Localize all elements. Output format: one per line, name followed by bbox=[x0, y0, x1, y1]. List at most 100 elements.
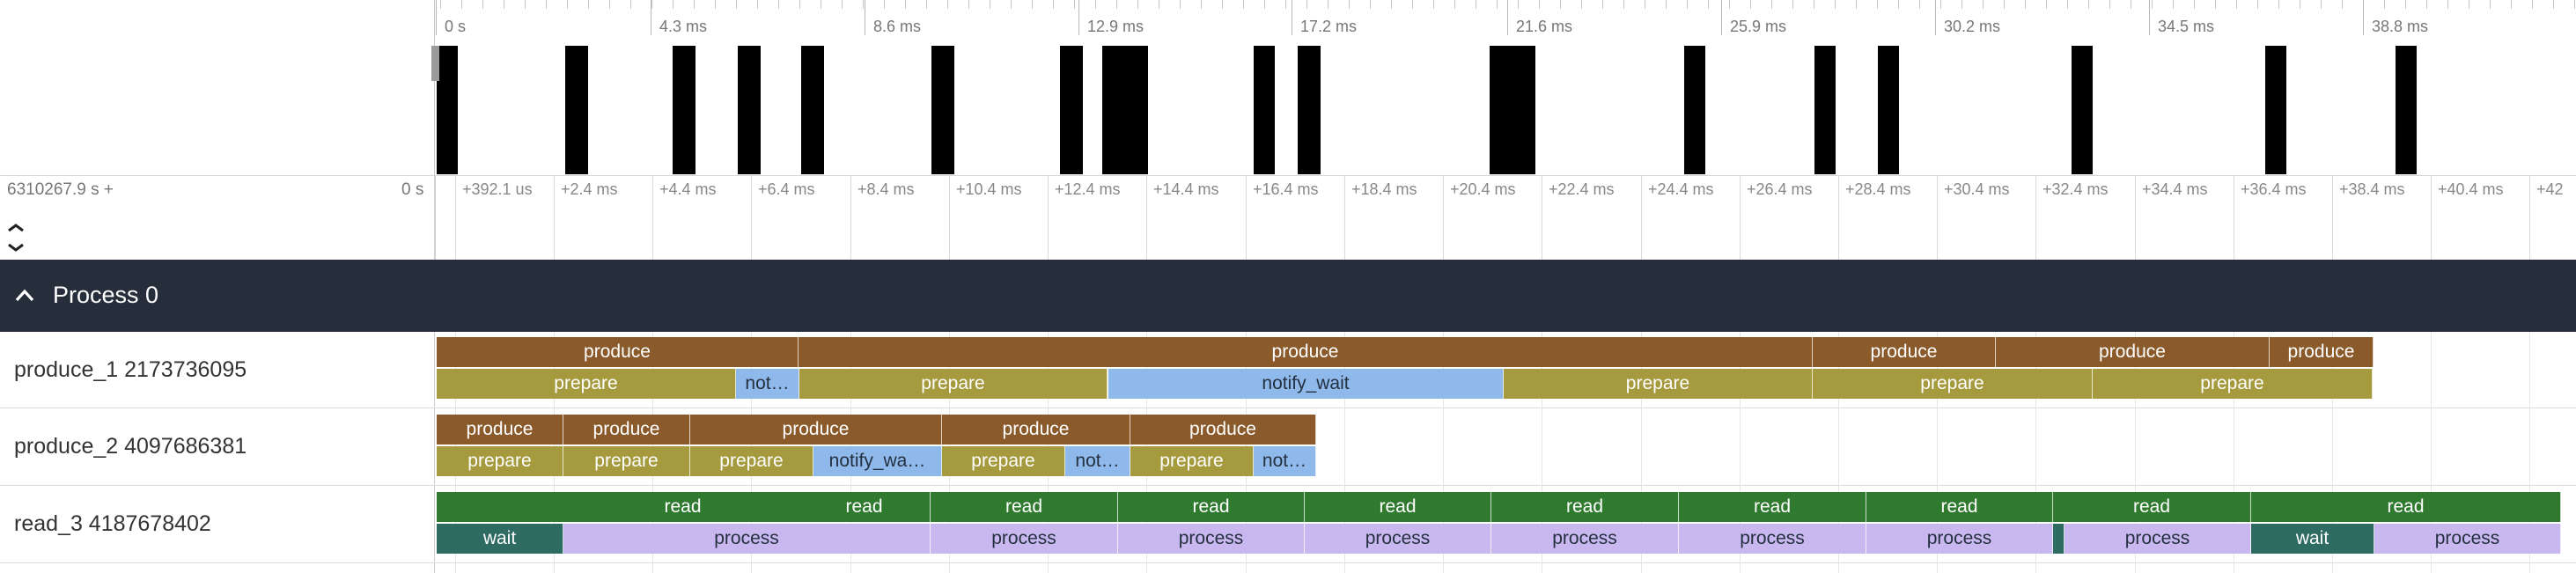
slice-process[interactable]: process bbox=[2374, 524, 2561, 554]
ruler-tick bbox=[2332, 176, 2333, 260]
slice-notify[interactable]: not… bbox=[1065, 446, 1130, 476]
overview-minor-tick bbox=[1940, 0, 1941, 9]
slice-prepare[interactable]: prepare bbox=[437, 446, 563, 476]
slice-notify[interactable]: notify_wa… bbox=[813, 446, 942, 476]
overview-minor-tick bbox=[440, 0, 441, 9]
slice-produce[interactable]: produce bbox=[2270, 337, 2374, 367]
slice-produce[interactable]: produce bbox=[437, 415, 563, 444]
slice-prepare[interactable]: prepare bbox=[942, 446, 1065, 476]
overview-divider bbox=[434, 0, 435, 176]
slice-read[interactable]: read bbox=[931, 492, 1118, 522]
overview-minor-tick bbox=[525, 0, 526, 9]
slice-produce[interactable]: produce bbox=[799, 337, 1813, 367]
double-chevron-icon[interactable] bbox=[5, 222, 26, 253]
overview-major-tick bbox=[1935, 0, 1936, 35]
overview-time-label: 38.8 ms bbox=[2372, 18, 2429, 35]
slice-wait[interactable]: wait bbox=[2251, 524, 2374, 554]
slice-prepare[interactable]: prepare bbox=[1813, 369, 2093, 399]
ruler-tick bbox=[652, 176, 653, 260]
slice-read[interactable]: read bbox=[1491, 492, 1679, 522]
overview-minor-tick bbox=[2236, 0, 2237, 9]
ruler-tick bbox=[1344, 176, 1345, 260]
overview-minor-tick bbox=[1032, 0, 1033, 9]
overview-window-handle[interactable] bbox=[431, 46, 439, 81]
slice-process[interactable]: process bbox=[1679, 524, 1866, 554]
overview-major-tick bbox=[2363, 0, 2364, 35]
overview-minor-tick bbox=[2553, 0, 2554, 9]
track-label: read_3 4187678402 bbox=[14, 511, 211, 536]
slice-notify[interactable]: not… bbox=[1254, 446, 1316, 476]
process-header[interactable]: Process 0 bbox=[0, 260, 2576, 332]
slice-read[interactable]: read bbox=[1679, 492, 1866, 522]
overview-activity-bar bbox=[1878, 46, 1899, 174]
slice-read[interactable]: read bbox=[1866, 492, 2053, 522]
ruler-tick bbox=[1937, 176, 1938, 260]
overview-minor-tick bbox=[1053, 0, 1054, 9]
slice-process[interactable]: process bbox=[1491, 524, 1679, 554]
ruler-tick-label: +38.4 ms bbox=[2339, 180, 2405, 198]
ruler-tick-label: +16.4 ms bbox=[1253, 180, 1319, 198]
overview-time-label: 8.6 ms bbox=[873, 18, 922, 35]
slice-prepare[interactable]: prepare bbox=[2093, 369, 2373, 399]
overview-activity-bar bbox=[1490, 46, 1535, 174]
overview-minor-tick bbox=[1687, 0, 1688, 9]
overview-minor-tick bbox=[2088, 0, 2089, 9]
slice-produce[interactable]: produce bbox=[1130, 415, 1316, 444]
slice-process[interactable]: process bbox=[1305, 524, 1491, 554]
overview-activity-bar bbox=[1060, 46, 1083, 174]
slice-wait[interactable] bbox=[2053, 524, 2064, 554]
overview-minor-tick bbox=[1285, 0, 1286, 9]
slice-produce[interactable]: produce bbox=[690, 415, 942, 444]
slice-prepare[interactable]: prepare bbox=[799, 369, 1108, 399]
overview-minor-tick bbox=[1919, 0, 1920, 9]
overview-minor-tick bbox=[461, 0, 462, 9]
overview-minor-tick bbox=[1412, 0, 1413, 9]
overview-minor-tick bbox=[1454, 0, 1455, 9]
overview-minor-tick bbox=[2067, 0, 2068, 9]
slice-prepare[interactable]: prepare bbox=[690, 446, 813, 476]
slice-produce[interactable]: produce bbox=[563, 415, 690, 444]
slice-read[interactable]: read bbox=[1305, 492, 1491, 522]
ruler-tick bbox=[850, 176, 851, 260]
slice-prepare[interactable]: prepare bbox=[437, 369, 736, 399]
ruler-tick-label: +18.4 ms bbox=[1351, 180, 1417, 198]
overview-activity-bar bbox=[565, 46, 588, 174]
slice-produce[interactable]: produce bbox=[1813, 337, 1996, 367]
ruler-tick bbox=[2529, 176, 2530, 260]
slice-prepare[interactable]: prepare bbox=[563, 446, 690, 476]
overview-minor-tick bbox=[1708, 0, 1709, 9]
slice-prepare[interactable]: prepare bbox=[1130, 446, 1254, 476]
overview-minor-tick bbox=[778, 0, 779, 9]
overview-activity-bar bbox=[1102, 46, 1148, 174]
ruler-tick bbox=[1838, 176, 1839, 260]
slice-process[interactable]: process bbox=[563, 524, 931, 554]
slice-read[interactable]: read bbox=[2251, 492, 2561, 522]
overview-minor-tick bbox=[1750, 0, 1751, 9]
slice-process[interactable]: process bbox=[1118, 524, 1305, 554]
time-ruler[interactable]: 6310267.9 s + 0 s +392.1 us +2.4 ms +4.4 m… bbox=[0, 176, 2576, 260]
slice-read[interactable]: read bbox=[1118, 492, 1305, 522]
overview-minor-tick bbox=[567, 0, 568, 9]
slice-produce[interactable]: produce bbox=[1996, 337, 2270, 367]
slice-produce[interactable]: produce bbox=[942, 415, 1130, 444]
ruler-tick bbox=[1246, 176, 1247, 260]
slice-process[interactable]: process bbox=[2064, 524, 2251, 554]
slice-process[interactable]: process bbox=[1866, 524, 2053, 554]
slice-notify[interactable]: not… bbox=[736, 369, 799, 399]
ruler-divider bbox=[434, 176, 436, 260]
chevron-up-icon[interactable] bbox=[12, 283, 37, 308]
overview-minor-tick bbox=[588, 0, 589, 9]
slice-read[interactable]: read bbox=[799, 492, 931, 522]
overview-minor-tick bbox=[1497, 0, 1498, 9]
slice-process[interactable]: process bbox=[931, 524, 1118, 554]
slice-read[interactable]: read bbox=[2053, 492, 2251, 522]
overview-minor-tick bbox=[2447, 0, 2448, 9]
slice-notify[interactable]: notify_wait bbox=[1108, 369, 1504, 399]
slice-prepare[interactable]: prepare bbox=[1504, 369, 1813, 399]
overview-minor-tick bbox=[2194, 0, 2195, 9]
overview-minor-tick bbox=[1011, 0, 1012, 9]
overview-timeline[interactable]: 0 s 4.3 ms 8.6 ms 12.9 ms 17.2 ms 21.6 ms 25.9… bbox=[0, 0, 2576, 176]
overview-major-tick bbox=[436, 0, 437, 35]
slice-wait[interactable]: wait bbox=[437, 524, 563, 554]
slice-produce[interactable]: produce bbox=[437, 337, 799, 367]
